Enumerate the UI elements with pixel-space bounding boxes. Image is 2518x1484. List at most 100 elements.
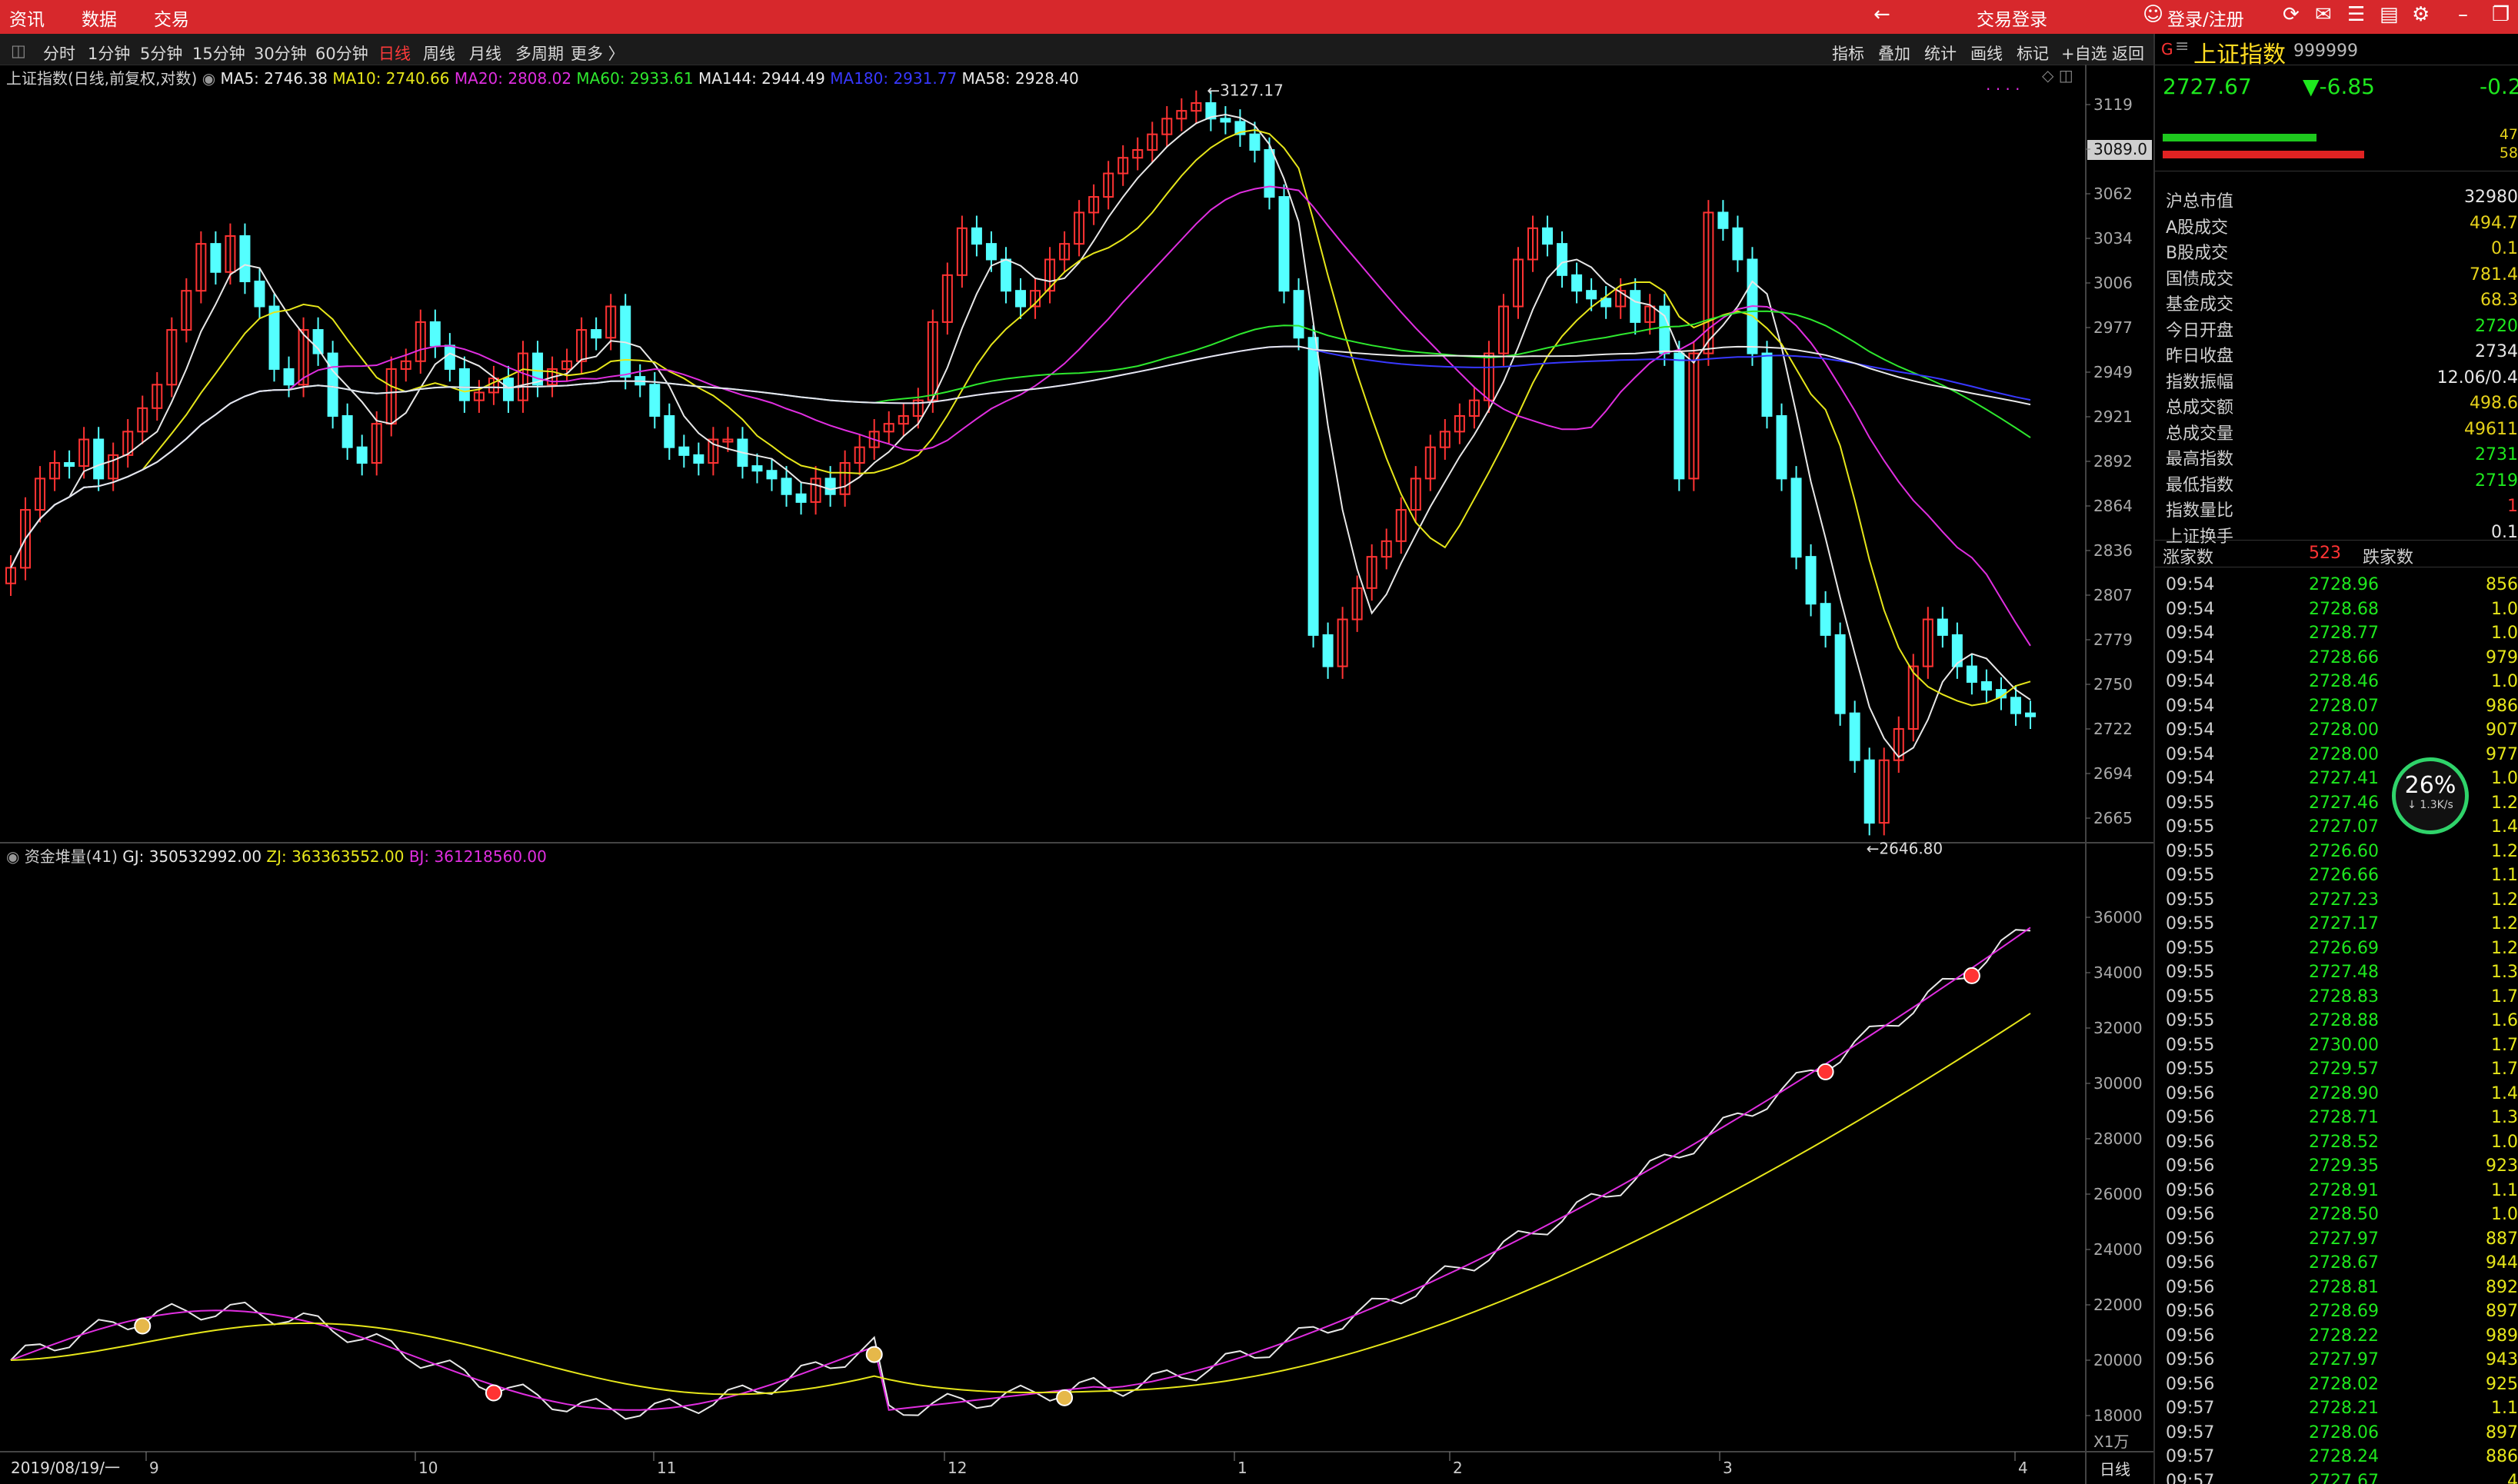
tick-row: 09:55 2727.17 1.2 — [2155, 914, 2518, 938]
list-icon[interactable]: ☰ — [2347, 3, 2365, 26]
settings-dot-icon[interactable]: ◉ — [202, 69, 221, 88]
ma5-line — [10, 113, 2031, 758]
tick-row: 09:55 2729.57 1.7 — [2155, 1060, 2518, 1083]
tick-volume: 1.2 — [2491, 841, 2518, 861]
menu-trade[interactable]: 交易 — [154, 5, 189, 31]
tick-time: 09:56 — [2166, 1156, 2215, 1176]
tick-time: 09:56 — [2166, 1108, 2215, 1127]
tick-time: 09:55 — [2166, 793, 2215, 813]
candle-down — [664, 414, 675, 448]
sell-signal-icon — [1963, 967, 1980, 984]
trade-login-button[interactable]: 交易登录 — [1977, 5, 2047, 31]
price-tick-label: 2836 — [2093, 541, 2133, 560]
price-tick-label: 2722 — [2093, 720, 2133, 738]
period-15min[interactable]: 15分钟 — [192, 42, 245, 65]
tick-row: 09:56 2728.52 1.0 — [2155, 1133, 2518, 1156]
tick-volume: 1.2 — [2491, 914, 2518, 933]
menu-data[interactable]: 数据 — [82, 5, 117, 31]
tool-mark[interactable]: 标记 — [2017, 42, 2049, 65]
period-daily[interactable]: 日线 — [378, 42, 411, 65]
period-monthly[interactable]: 月线 — [469, 42, 501, 65]
tick-row: 09:54 2728.00 907 — [2155, 720, 2518, 744]
tool-overlay[interactable]: 叠加 — [1878, 42, 1910, 65]
candle-down — [1264, 149, 1275, 198]
back-arrow-icon[interactable]: ← — [1874, 3, 1890, 26]
tick-row: 09:55 2726.60 1.2 — [2155, 842, 2518, 866]
mail-icon[interactable]: ✉ — [2315, 3, 2332, 26]
network-speed-widget[interactable]: 26% ↓ 1.3K/s — [2392, 757, 2469, 834]
tick-row: 09:54 2728.68 1.0 — [2155, 600, 2518, 624]
candle-down — [1790, 477, 1802, 558]
tool-draw[interactable]: 画线 — [1970, 42, 2003, 65]
fund-tick-label: 20000 — [2093, 1351, 2143, 1369]
tick-time: 09:56 — [2166, 1132, 2215, 1152]
tick-time: 09:56 — [2166, 1253, 2215, 1273]
tool-stats[interactable]: 统计 — [1924, 42, 1957, 65]
price-tick-label: 3034 — [2093, 229, 2133, 248]
tick-time: 09:56 — [2166, 1350, 2215, 1369]
sub-chart-toggle-icon[interactable]: ◉ — [6, 847, 25, 866]
tick-volume: 1.0 — [2491, 672, 2518, 691]
zj-line — [10, 1013, 2031, 1396]
menu-news[interactable]: 资讯 — [9, 5, 45, 31]
tick-price: 2730.00 — [2309, 1035, 2379, 1055]
price-tick-label: 2779 — [2093, 631, 2133, 649]
tool-indicator[interactable]: 指标 — [1832, 42, 1864, 65]
decliners-label: 跌家数 — [2363, 548, 2414, 567]
period-multi[interactable]: 多周期 — [515, 42, 564, 65]
tick-price: 2726.69 — [2309, 938, 2379, 958]
tick-volume: 1.4 — [2491, 1083, 2518, 1103]
tick-volume: 892 — [2486, 1277, 2518, 1297]
tick-volume: 887 — [2486, 1229, 2518, 1249]
quote-field-value: 1 — [2507, 497, 2518, 516]
candle-down — [649, 384, 661, 417]
tick-time: 09:56 — [2166, 1374, 2215, 1394]
period-intraday[interactable]: 分时 — [43, 42, 75, 65]
candle-down — [1015, 290, 1026, 308]
period-30min[interactable]: 30分钟 — [254, 42, 307, 65]
period-5min[interactable]: 5分钟 — [140, 42, 182, 65]
tick-time: 09:55 — [2166, 1060, 2215, 1079]
period-more[interactable]: 更多 〉 — [571, 42, 625, 65]
ma5-label: MA5: 2746.38 — [220, 69, 328, 88]
fund-tick-label: 36000 — [2093, 908, 2143, 927]
kline-chart-area[interactable]: 3119 3089.0 3062 3034 3006 2977 2949 2921 2892 28… — [0, 65, 2153, 1484]
tick-row: 09:55 2726.69 1.2 — [2155, 939, 2518, 963]
menu-icon[interactable]: ≡ — [2175, 37, 2189, 56]
month-label: 1 — [1237, 1459, 1247, 1477]
maximize-icon[interactable]: ❐ — [2492, 3, 2510, 26]
tick-time: 09:56 — [2166, 1326, 2215, 1346]
tool-back[interactable]: 返回 — [2112, 42, 2144, 65]
period-1min[interactable]: 1分钟 — [88, 42, 130, 65]
price-tick-label: 2892 — [2093, 452, 2133, 471]
user-icon[interactable]: ☺ — [2143, 3, 2163, 26]
settings-icon[interactable]: ⚙ — [2412, 3, 2430, 26]
candle-down — [766, 470, 778, 480]
tick-volume: 897 — [2486, 1422, 2518, 1442]
panel-toggle-icon[interactable]: ◫ — [11, 42, 26, 60]
tick-time: 09:55 — [2166, 1011, 2215, 1030]
gj-value: GJ: 350532992.00 — [122, 847, 262, 866]
candle-down — [1776, 414, 1787, 480]
price-row: 2727.67 ▼-6.85 -0.2 — [2155, 74, 2518, 100]
candle-down — [781, 477, 792, 495]
period-toolbar: ◫ 分时 1分钟 5分钟 15分钟 30分钟 60分钟 日线 周线 月线 多周期… — [0, 34, 2153, 65]
candle-down — [591, 329, 602, 339]
chart-canvas[interactable]: 31193089.0306230343006297729492921289228… — [0, 65, 2153, 1484]
period-60min[interactable]: 60分钟 — [315, 42, 368, 65]
tool-add-watchlist[interactable]: +自选 — [2061, 42, 2107, 65]
candle-down — [1571, 274, 1583, 292]
news-icon[interactable]: ▤ — [2380, 3, 2399, 26]
speed-rate: ↓ 1.3K/s — [2407, 799, 2453, 811]
tick-time: 09:55 — [2166, 866, 2215, 885]
tick-volume: 907 — [2486, 720, 2518, 740]
tick-volume: 1.2 — [2491, 938, 2518, 958]
period-weekly[interactable]: 周线 — [423, 42, 455, 65]
tick-volume: 1.1 — [2491, 866, 2518, 885]
login-register-button[interactable]: 登录/注册 — [2167, 5, 2244, 31]
minimize-icon[interactable]: – — [2458, 3, 2468, 26]
advancers-count: 523 — [2309, 544, 2341, 563]
tick-row: 09:55 2728.83 1.7 — [2155, 987, 2518, 1011]
refresh-icon[interactable]: ⟳ — [2283, 3, 2300, 26]
chart-diamond-icon[interactable]: ◇ ◫ — [2042, 66, 2073, 85]
